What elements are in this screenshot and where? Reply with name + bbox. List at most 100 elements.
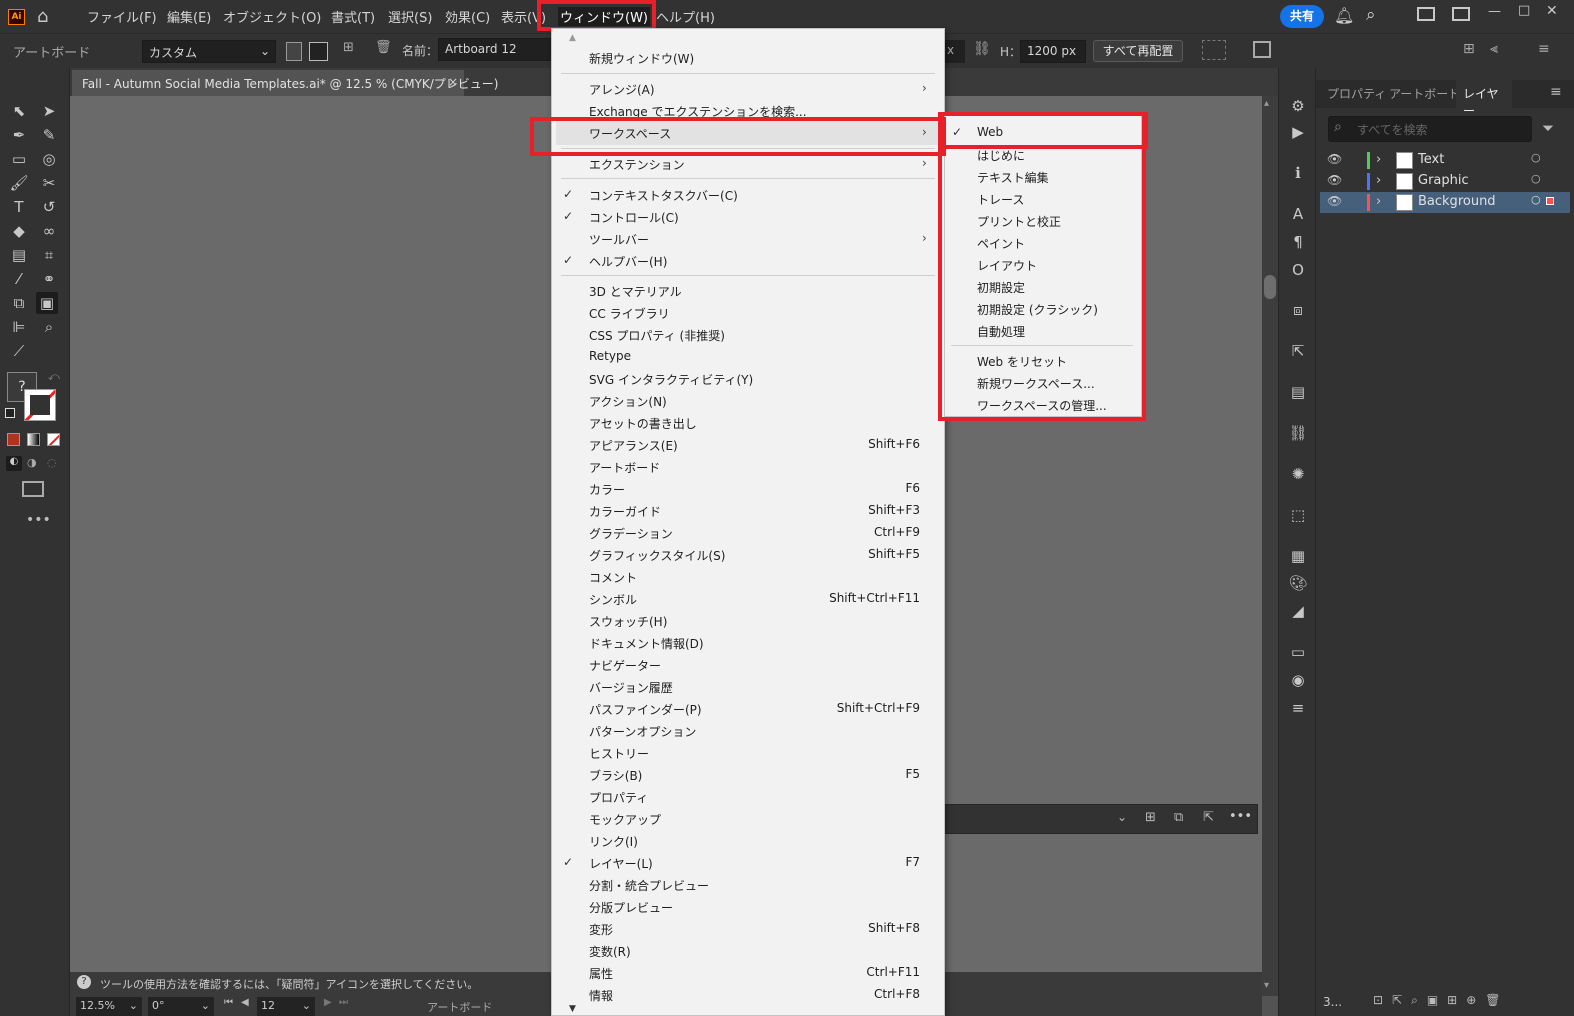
rearrange-all-button[interactable]: すべて再配置	[1093, 40, 1183, 62]
chevron-down-icon[interactable]: ⌄	[1117, 810, 1127, 824]
paintbrush-tool-icon[interactable]: 🖌︎	[8, 172, 30, 194]
target-circle-icon[interactable]: ○	[1531, 193, 1541, 206]
menu-help[interactable]: ヘルプ(H)	[656, 7, 715, 26]
close-icon[interactable]: ✕	[1546, 3, 1558, 19]
distribute-icon[interactable]: ⫷	[1490, 41, 1498, 57]
menu-item-3d-materials[interactable]: 3D とマテリアル	[589, 283, 682, 300]
transparency-icon[interactable]: ◉	[1287, 669, 1309, 691]
menu-item-attributes[interactable]: 属性	[589, 965, 613, 982]
gradient-mode-swatch[interactable]	[27, 433, 40, 446]
rotate-tool-icon[interactable]: ↺	[38, 196, 60, 218]
menu-item-control[interactable]: コントロール(C)	[589, 209, 679, 226]
appearance-icon[interactable]: ⚙	[1287, 95, 1309, 117]
mesh-tool-icon[interactable]: ⌗	[38, 244, 60, 266]
workspace-icon[interactable]	[1452, 7, 1470, 21]
grid-options-icon[interactable]	[1202, 40, 1226, 60]
chart-tool-icon[interactable]: ⊫	[8, 316, 30, 338]
layer-row-selected[interactable]: 👁︎ › Background ○	[1320, 192, 1570, 213]
menu-item-arrange[interactable]: アレンジ(A)	[589, 81, 655, 98]
menu-select[interactable]: 選択(S)	[388, 7, 432, 26]
menu-item-css-properties[interactable]: CSS プロパティ (非推奨)	[589, 327, 725, 344]
draw-inside-icon[interactable]: ◌	[47, 456, 57, 469]
default-colors-icon[interactable]	[5, 408, 15, 418]
menu-item-history[interactable]: ヒストリー	[589, 745, 649, 762]
menu-item-version-history[interactable]: バージョン履歴	[589, 679, 673, 696]
menu-item-graphic-styles[interactable]: グラフィックスタイル(S)	[589, 547, 725, 564]
menu-edit[interactable]: 編集(E)	[167, 7, 211, 26]
minimize-icon[interactable]: —	[1488, 4, 1501, 19]
expand-chevron-icon[interactable]: ›	[1376, 152, 1381, 167]
symbols-icon[interactable]: ✺	[1287, 463, 1309, 485]
menu-item-contextual-taskbar[interactable]: コンテキストタスクバー(C)	[589, 187, 738, 204]
menu-type[interactable]: 書式(T)	[331, 7, 375, 26]
menu-item-retype[interactable]: Retype	[589, 349, 631, 363]
menu-item-color-guide[interactable]: カラーガイド	[589, 503, 661, 520]
draw-normal-icon[interactable]: ◐	[6, 456, 22, 471]
screen-mode-icon[interactable]	[22, 481, 44, 497]
color-guide-icon[interactable]: 🎨︎	[1287, 572, 1309, 594]
new-artboard-icon[interactable]: ⊞	[343, 40, 354, 55]
actions-play-icon[interactable]: ▶	[1287, 121, 1309, 143]
portrait-icon[interactable]	[286, 42, 302, 61]
document-info-icon[interactable]: ▤	[1287, 381, 1309, 403]
target-circle-icon[interactable]: ○	[1531, 172, 1541, 185]
gradient-tool-icon[interactable]: ▤	[8, 244, 30, 266]
next-artboard-icon[interactable]: ▶	[324, 997, 332, 1008]
draw-behind-icon[interactable]: ◑	[27, 456, 37, 469]
menu-item-help-bar[interactable]: ヘルプバー(H)	[589, 253, 667, 270]
align-icon[interactable]: ⊞	[1463, 41, 1475, 57]
menu-item-comments[interactable]: コメント	[589, 569, 637, 586]
arrange-documents-icon[interactable]	[1417, 7, 1435, 21]
more-options-icon[interactable]: •••	[1229, 809, 1252, 824]
help-question-icon[interactable]: ?	[77, 975, 91, 989]
tab-layers[interactable]: レイヤー	[1456, 80, 1512, 118]
menu-item-color[interactable]: カラー	[589, 481, 625, 498]
more-tools-icon[interactable]: •••	[26, 512, 51, 528]
menu-item-actions[interactable]: アクション(N)	[589, 393, 667, 410]
menu-item-links[interactable]: リンク(I)	[589, 833, 638, 850]
eraser-tool-icon[interactable]: ◆	[8, 220, 30, 242]
menu-item-artboards[interactable]: アートボード	[589, 459, 660, 476]
export-assets-icon[interactable]: ⇱	[1287, 340, 1309, 362]
document-tab[interactable]: Fall - Autumn Social Media Templates.ai*…	[72, 70, 499, 96]
rectangle-tool-icon[interactable]: ▭	[8, 148, 30, 170]
notifications-icon[interactable]: 🔔︎	[1334, 6, 1354, 25]
home-icon[interactable]: ⌂	[37, 6, 48, 27]
menu-item-document-info[interactable]: ドキュメント情報(D)	[589, 635, 704, 652]
last-artboard-icon[interactable]: ⏭	[339, 997, 348, 1008]
maximize-icon[interactable]: □	[1518, 3, 1530, 18]
menu-item-properties[interactable]: プロパティ	[589, 789, 648, 806]
menu-item-extensions[interactable]: エクステンション	[589, 156, 685, 173]
shaper-tool-icon[interactable]: ◎	[38, 148, 60, 170]
expand-chevron-icon[interactable]: ›	[1376, 194, 1381, 209]
menu-effect[interactable]: 効果(C)	[445, 7, 490, 26]
selection-tool-icon[interactable]: ⬉	[8, 100, 30, 122]
delete-artboard-icon[interactable]: 🗑︎	[375, 40, 392, 55]
tab-properties[interactable]: プロパティ	[1327, 85, 1386, 102]
menu-item-new-window[interactable]: 新規ウィンドウ(W)	[589, 50, 694, 67]
menu-item-cc-libraries[interactable]: CC ライブラリ	[589, 305, 670, 322]
selection-square-icon[interactable]	[1546, 197, 1554, 205]
menu-file[interactable]: ファイル(F)	[87, 7, 157, 26]
gradient-icon[interactable]: ▭	[1287, 641, 1309, 663]
shape-builder-tool-icon[interactable]: ⧉	[8, 292, 30, 314]
type-tool-icon[interactable]: T	[8, 196, 30, 218]
menu-item-navigator[interactable]: ナビゲーター	[589, 657, 661, 674]
paragraph-icon[interactable]: ¶	[1287, 231, 1309, 253]
links-icon[interactable]: ⛓︎	[1287, 422, 1309, 444]
target-circle-icon[interactable]: ○	[1531, 151, 1541, 164]
menu-scroll-up-icon[interactable]: ▲	[569, 33, 576, 43]
menu-item-mockup[interactable]: モックアップ	[589, 811, 661, 828]
info-icon[interactable]: ℹ	[1287, 162, 1309, 184]
scroll-down-icon[interactable]: ▾	[1264, 980, 1269, 991]
layer-row[interactable]: 👁︎ › Text ○	[1320, 150, 1570, 171]
transform-icon[interactable]: ⬚	[1287, 504, 1309, 526]
eyedropper-tool-icon[interactable]: ⁄	[8, 268, 30, 290]
swatches-icon[interactable]: ▦	[1287, 545, 1309, 567]
visibility-eye-icon[interactable]: 👁︎	[1327, 152, 1342, 166]
menu-item-toolbar[interactable]: ツールバー	[589, 231, 649, 248]
close-tab-icon[interactable]: ×	[448, 75, 458, 89]
menu-item-info[interactable]: 情報	[589, 987, 613, 1004]
libraries-icon[interactable]: ⧈	[1287, 299, 1309, 321]
menu-item-flattener-preview[interactable]: 分割・統合プレビュー	[589, 877, 709, 894]
